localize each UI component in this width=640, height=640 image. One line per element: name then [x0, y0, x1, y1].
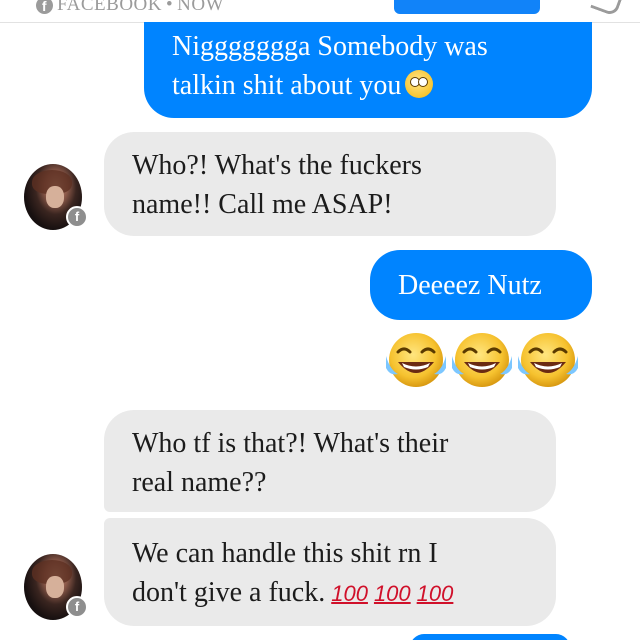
message-text-line: Who tf is that?! What's their: [132, 428, 449, 459]
notification-source-bar: f FACEBOOK • NOW: [0, 0, 640, 23]
message-bubble-incoming[interactable]: We can handle this shit rn I don't give …: [104, 518, 556, 626]
message-text-line: name!! Call me ASAP!: [132, 189, 393, 220]
face-with-tears-of-joy-icon: [518, 333, 578, 387]
message-text-line: Deeeez Nutz: [398, 270, 542, 301]
hundred-points-icon: 100: [331, 581, 368, 606]
hundred-points-icon: 100: [373, 581, 411, 606]
source-label: FACEBOOK: [57, 0, 162, 15]
facebook-badge-icon: f: [66, 206, 88, 228]
flushed-face-icon: [405, 70, 434, 98]
contact-avatar[interactable]: f: [24, 164, 88, 230]
message-text-line: real name??: [132, 467, 267, 498]
top-right-icon[interactable]: [590, 0, 625, 17]
message-bubble-incoming[interactable]: Who?! What's the fuckers name!! Call me …: [104, 132, 556, 236]
message-bubble-outgoing[interactable]: Niggggggga Somebody was talkin shit abou…: [144, 22, 592, 118]
message-text-line: don't give a fuck. 100 100 100: [132, 577, 454, 608]
face-with-tears-of-joy-icon: [452, 333, 512, 387]
time-label: NOW: [177, 0, 225, 15]
facebook-badge-icon: f: [66, 596, 88, 618]
message-bubble-outgoing[interactable]: Deeeez Nutz: [370, 250, 592, 320]
messenger-conversation: f FACEBOOK • NOW Niggggggga Somebody was…: [0, 0, 640, 640]
face-with-tears-of-joy-icon: [386, 333, 446, 387]
hundred-points-icon: 100: [416, 581, 454, 606]
message-text-line: Who?! What's the fuckers: [132, 150, 422, 181]
source-separator: •: [166, 0, 174, 15]
facebook-icon: f: [36, 0, 53, 14]
message-text-line: talkin shit about you: [172, 66, 592, 105]
message-text-line: Niggggggga Somebody was: [172, 31, 488, 62]
notification-source: f FACEBOOK • NOW: [36, 0, 224, 16]
top-action-button[interactable]: [394, 0, 540, 14]
emoji-message[interactable]: [384, 330, 596, 394]
contact-avatar[interactable]: f: [24, 554, 88, 620]
message-text-line: We can handle this shit rn I: [132, 538, 438, 569]
message-bubble-incoming[interactable]: Who tf is that?! What's their real name?…: [104, 410, 556, 512]
message-bubble-outgoing-partial[interactable]: [410, 634, 570, 640]
